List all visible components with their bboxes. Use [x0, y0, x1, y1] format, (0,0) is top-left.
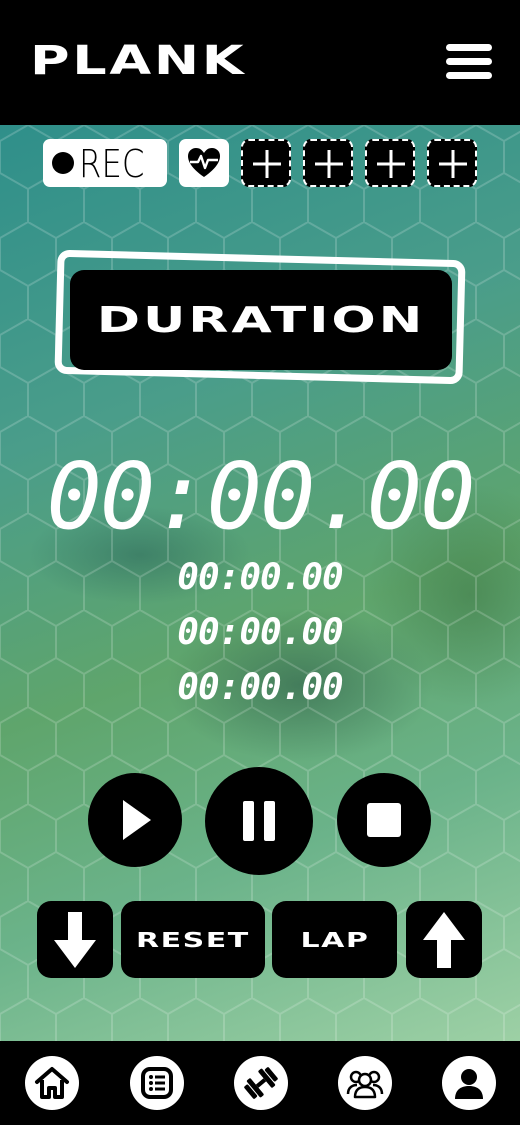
main-timer: 00:00.00 — [46, 443, 475, 550]
plus-icon — [439, 150, 467, 178]
nav-home[interactable] — [25, 1056, 79, 1110]
stop-icon — [367, 803, 401, 837]
add-slot-2[interactable] — [303, 139, 353, 187]
lap-time-1: 00:00.00 — [177, 557, 343, 598]
increase-button[interactable] — [406, 901, 482, 978]
dumbbell-icon — [244, 1067, 278, 1099]
stop-button[interactable] — [337, 773, 431, 867]
list-icon — [141, 1067, 173, 1099]
record-dot-icon — [52, 152, 74, 174]
nav-workouts-list[interactable] — [130, 1056, 184, 1110]
hamburger-menu-icon — [446, 44, 492, 51]
plus-icon — [253, 150, 281, 178]
play-icon — [123, 800, 151, 840]
nav-profile[interactable] — [442, 1056, 496, 1110]
decrease-button[interactable] — [37, 901, 113, 978]
lap-button[interactable]: LAP — [272, 901, 397, 978]
lap-label: LAP — [300, 927, 369, 952]
app-header: PLANK — [0, 0, 520, 125]
add-slot-3[interactable] — [365, 139, 415, 187]
duration-badge[interactable]: DURATION — [70, 270, 452, 370]
community-icon — [346, 1070, 384, 1099]
lap-time-3: 00:00.00 — [177, 667, 343, 708]
nav-exercises[interactable] — [234, 1056, 288, 1110]
menu-button[interactable] — [446, 44, 492, 80]
add-slot-4[interactable] — [427, 139, 477, 187]
page-title: PLANK — [30, 38, 247, 84]
record-label: REC — [79, 142, 145, 186]
hamburger-menu-icon-line — [446, 72, 492, 79]
workout-area: REC DURATION 00:00.00 00:00.00 00:00.00 … — [0, 125, 520, 1041]
bottom-navigation — [0, 1041, 520, 1125]
reset-label: RESET — [136, 927, 250, 952]
plus-icon — [377, 150, 405, 178]
pause-icon — [243, 801, 275, 841]
heart-rate-icon — [188, 148, 220, 177]
add-slot-1[interactable] — [241, 139, 291, 187]
plus-icon — [315, 150, 343, 178]
pause-button[interactable] — [205, 767, 313, 875]
heart-rate-button[interactable] — [179, 139, 229, 187]
home-icon — [35, 1067, 69, 1099]
reset-button[interactable]: RESET — [121, 901, 265, 978]
play-button[interactable] — [88, 773, 182, 867]
duration-label: DURATION — [96, 299, 426, 341]
arrow-down-icon — [54, 911, 96, 968]
lap-time-2: 00:00.00 — [177, 612, 343, 653]
nav-community[interactable] — [338, 1056, 392, 1110]
arrow-up-icon — [423, 911, 465, 968]
hamburger-menu-icon-line — [446, 58, 492, 65]
profile-icon — [455, 1069, 483, 1099]
record-button[interactable]: REC — [43, 139, 167, 187]
